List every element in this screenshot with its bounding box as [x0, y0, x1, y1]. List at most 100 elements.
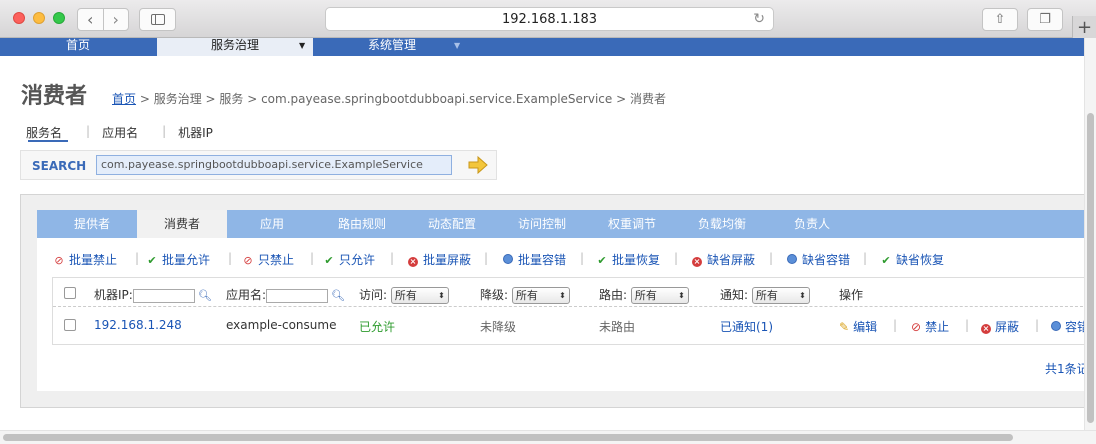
batch-restore-label: 批量恢复 [612, 253, 661, 267]
tab-dynamic-config[interactable]: 动态配置 [407, 210, 497, 238]
divider: | [162, 124, 167, 138]
tab-consumers[interactable]: 消费者 [137, 210, 227, 238]
close-window-button[interactable] [13, 12, 25, 24]
nav-home[interactable]: 首页 [30, 38, 126, 56]
forbid-only-label: 只禁止 [258, 253, 295, 267]
vertical-scrollbar[interactable] [1084, 38, 1096, 430]
arrow-right-icon[interactable] [467, 154, 489, 176]
select-value: 所有 [515, 289, 538, 302]
updown-icon: ⬍ [438, 291, 445, 300]
search-type-tabs: 服务名 | 应用名 | 机器IP [26, 124, 237, 141]
total-count: 共1条记 [1045, 362, 1084, 376]
access-filter-select[interactable]: 所有 ⬍ [390, 287, 449, 304]
dropdown-caret-icon: ▼ [454, 41, 461, 50]
tab-overview-button[interactable]: ❐ [1027, 8, 1063, 31]
table-header: 机器IP: 🔍︎ 应用名: 🔍︎ 访问: 所有 ⬍ 降级: 所有 ⬍ 路由: 所有 ⬍ 通… [53, 278, 1084, 307]
row-access-status: 已允许 [359, 320, 396, 334]
new-tab-button[interactable]: + [1072, 16, 1096, 38]
row-checkbox[interactable] [64, 319, 76, 331]
tab-load-balance[interactable]: 负载均衡 [677, 210, 767, 238]
degrade-filter-select[interactable]: 所有 ⬍ [511, 287, 570, 304]
batch-mask-button[interactable]: × 批量屏蔽 [407, 251, 471, 268]
select-value: 所有 [634, 289, 657, 302]
page-content: 首页 服务治理 ▼ 系统管理 ▼ 消费者 首页 > 服务治理 > 服务 > com.… [0, 38, 1084, 430]
ip-filter-input[interactable] [132, 288, 195, 303]
app-filter-input[interactable] [266, 288, 329, 303]
default-restore-button[interactable]: ✔ 缺省恢复 [880, 251, 944, 268]
search-input[interactable]: com.payease.springbootdubboapi.service.E… [96, 155, 452, 175]
horizontal-scrollbar[interactable] [0, 430, 1096, 444]
default-restore-label: 缺省恢复 [896, 253, 945, 267]
row-edit-button[interactable]: ✎ 编辑 [839, 318, 877, 335]
info-circle-icon [1051, 321, 1061, 331]
search-tab-app[interactable]: 应用名 [102, 124, 150, 141]
reload-icon[interactable]: ↻ [753, 11, 765, 27]
default-mask-button[interactable]: × 缺省屏蔽 [691, 251, 755, 268]
row-forbid-button[interactable]: ⊘ 禁止 [911, 318, 949, 335]
forward-button[interactable]: › [104, 9, 129, 30]
tab-applications[interactable]: 应用 [227, 210, 317, 238]
batch-tolerance-label: 批量容错 [518, 253, 567, 267]
vertical-scroll-thumb[interactable] [1087, 113, 1094, 423]
route-filter-select[interactable]: 所有 ⬍ [630, 287, 689, 304]
row-app: example-consume [226, 318, 337, 332]
back-button[interactable]: ‹ [78, 9, 104, 30]
info-circle-icon [503, 254, 513, 264]
batch-tolerance-button[interactable]: 批量容错 [502, 251, 566, 268]
search-tab-service[interactable]: 服务名 [26, 124, 74, 141]
allow-only-button[interactable]: ✔ 只允许 [323, 251, 375, 268]
select-all-checkbox[interactable] [64, 287, 76, 299]
tab-weight[interactable]: 权重调节 [587, 210, 677, 238]
nav-service-governance[interactable]: 服务治理 ▼ [157, 38, 313, 56]
tab-routing-rules[interactable]: 路由规则 [317, 210, 407, 238]
consumer-table: 机器IP: 🔍︎ 应用名: 🔍︎ 访问: 所有 ⬍ 降级: 所有 ⬍ 路由: 所有 ⬍ 通… [52, 277, 1084, 345]
batch-restore-button[interactable]: ✔ 批量恢复 [596, 251, 660, 268]
search-icon[interactable]: 🔍︎ [331, 289, 345, 302]
row-tolerance-button[interactable]: 容错 [1051, 318, 1084, 335]
row-ip-link[interactable]: 192.168.1.248 [94, 318, 182, 332]
pencil-icon: ✎ [839, 320, 850, 334]
address-bar[interactable]: 192.168.1.183 ↻ [325, 7, 774, 31]
search-icon[interactable]: 🔍︎ [198, 289, 212, 302]
consumer-panel: 提供者 消费者 应用 路由规则 动态配置 访问控制 权重调节 负载均衡 负责人 … [20, 194, 1084, 408]
minimize-window-button[interactable] [33, 12, 45, 24]
tabs-icon: ❐ [1039, 12, 1051, 27]
x-circle-icon: × [692, 257, 702, 267]
allow-only-label: 只允许 [339, 253, 376, 267]
divider: | [1035, 318, 1040, 332]
select-value: 所有 [394, 289, 417, 302]
row-route-status: 未路由 [599, 320, 636, 334]
browser-toolbar: ‹ › 192.168.1.183 ↻ ⇧ ❐ + [0, 0, 1096, 38]
share-button[interactable]: ⇧ [982, 8, 1018, 31]
batch-allow-button[interactable]: ✔ 批量允许 [146, 251, 210, 268]
divider: | [228, 251, 233, 265]
default-tolerance-button[interactable]: 缺省容错 [786, 251, 850, 268]
check-icon: ✔ [881, 254, 891, 267]
filter-access: 访问: 所有 ⬍ [359, 286, 449, 304]
sidebar-toggle-button[interactable] [139, 8, 176, 31]
share-icon: ⇧ [994, 12, 1006, 27]
mask-icon-wrap: × [691, 254, 703, 267]
tab-access-control[interactable]: 访问控制 [497, 210, 587, 238]
search-tab-ip[interactable]: 机器IP [178, 124, 225, 141]
tab-providers[interactable]: 提供者 [37, 210, 147, 238]
history-nav: ‹ › [77, 8, 129, 31]
forbid-only-button[interactable]: ⊘ 只禁止 [242, 251, 294, 268]
divider: | [484, 251, 489, 265]
column-access-label: 访问: [359, 288, 388, 302]
horizontal-scroll-thumb[interactable] [3, 434, 1013, 441]
updown-icon: ⬍ [559, 291, 566, 300]
info-circle-icon [787, 254, 797, 264]
divider: | [135, 251, 140, 265]
nav-system-admin[interactable]: 系统管理 ▼ [314, 38, 470, 56]
notify-filter-select[interactable]: 所有 ⬍ [751, 287, 810, 304]
row-notify-link[interactable]: 已通知(1) [720, 318, 773, 335]
default-tolerance-label: 缺省容错 [802, 253, 851, 267]
tolerance-icon-wrap [786, 254, 798, 267]
batch-forbid-button[interactable]: ⊘ 批量禁止 [53, 251, 117, 268]
tab-owner[interactable]: 负责人 [767, 210, 857, 238]
row-mask-button[interactable]: × 屏蔽 [981, 318, 1019, 335]
divider: | [310, 251, 315, 265]
breadcrumb-home-link[interactable]: 首页 [112, 92, 136, 106]
zoom-window-button[interactable] [53, 12, 65, 24]
